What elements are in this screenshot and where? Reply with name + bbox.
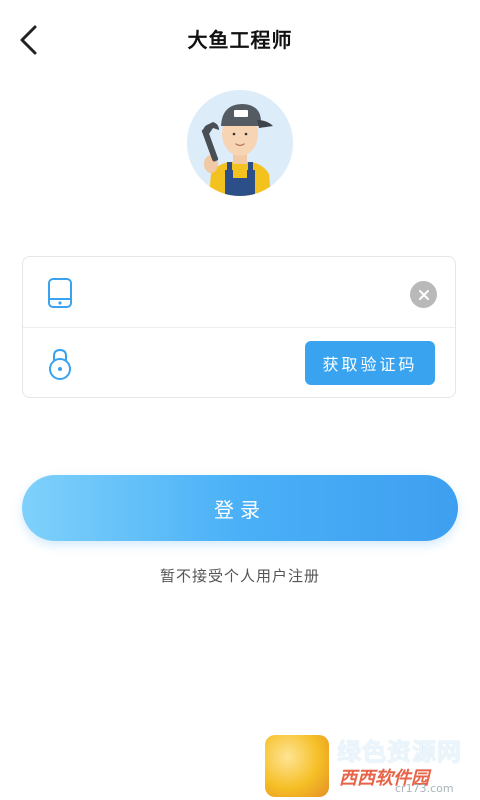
page-title: 大鱼工程师 — [187, 28, 293, 52]
watermark: 绿色资源网 西西软件园 cr173.com — [265, 730, 480, 800]
watermark-line1: 绿色资源网 — [337, 738, 462, 766]
phone-icon — [43, 275, 77, 311]
phone-row — [23, 257, 455, 328]
login-button[interactable]: 登录 — [22, 475, 458, 541]
lock-icon — [43, 346, 77, 382]
close-icon — [418, 289, 429, 300]
watermark-logo-icon — [265, 735, 329, 797]
get-code-button[interactable]: 获取验证码 — [305, 341, 435, 385]
code-row: 获取验证码 — [23, 328, 455, 398]
header: 大鱼工程师 — [0, 0, 480, 80]
login-form-card: 获取验证码 — [22, 256, 456, 398]
engineer-avatar-icon — [187, 90, 293, 196]
clear-phone-button[interactable] — [410, 281, 437, 308]
avatar — [187, 90, 293, 196]
watermark-url: cr173.com — [395, 782, 454, 795]
phone-input[interactable] — [93, 271, 377, 315]
registration-note: 暂不接受个人用户注册 — [159, 567, 320, 585]
